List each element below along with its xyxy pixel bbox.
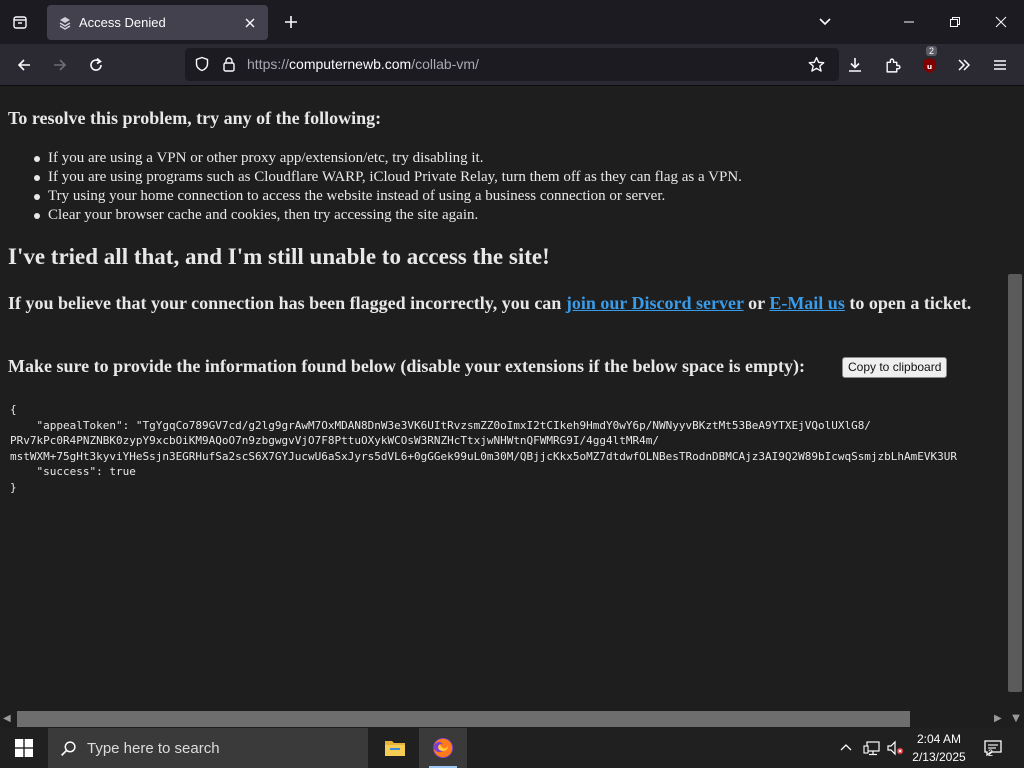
tab-access-denied[interactable]: Access Denied (47, 5, 268, 40)
horizontal-scroll-thumb[interactable] (17, 711, 910, 727)
page-favicon-icon (57, 15, 73, 31)
discord-link[interactable]: join our Discord server (566, 293, 744, 313)
extension-badge-count: 2 (926, 46, 938, 56)
app-menu-button[interactable] (985, 50, 1015, 80)
firefox-view-icon (13, 16, 27, 29)
scroll-left-arrow-icon[interactable]: ◀ (3, 713, 11, 724)
flag-text-after: to open a ticket. (844, 293, 972, 313)
more-tools-button[interactable] (949, 50, 979, 80)
show-hidden-icons-button[interactable] (836, 728, 856, 768)
reload-icon (90, 57, 102, 71)
scroll-right-arrow-icon[interactable]: ▶ (994, 713, 1002, 724)
extensions-button[interactable] (877, 50, 907, 80)
list-item: Try using your home connection to access… (34, 187, 742, 206)
navigation-toolbar: https://computernewb.com/collab-vm/ u 2 (0, 44, 1024, 86)
downloads-button[interactable] (840, 50, 870, 80)
back-button[interactable] (9, 50, 39, 80)
vertical-scroll-thumb[interactable] (1008, 274, 1022, 692)
address-bar[interactable]: https://computernewb.com/collab-vm/ (185, 48, 839, 81)
bookmark-star-icon[interactable] (808, 56, 825, 77)
list-all-tabs-button[interactable] (811, 8, 839, 36)
notification-count-badge: 2 (988, 748, 994, 758)
url-text[interactable]: https://computernewb.com/collab-vm/ (247, 56, 479, 72)
double-chevron-right-icon (958, 59, 971, 71)
file-explorer-taskbar-button[interactable] (371, 728, 419, 768)
puzzle-icon (885, 58, 901, 73)
info-paragraph: Make sure to provide the information fou… (8, 356, 806, 376)
taskbar-search-box[interactable]: Type here to search (48, 728, 368, 768)
firefox-view-button[interactable] (6, 8, 34, 36)
firefox-taskbar-button[interactable] (419, 728, 467, 768)
forward-button[interactable] (45, 50, 75, 80)
flagged-paragraph: If you believe that your connection has … (8, 292, 998, 314)
plus-icon (285, 16, 297, 28)
close-icon (995, 16, 1007, 28)
chevron-down-icon (819, 18, 831, 26)
speaker-muted-icon (887, 740, 904, 756)
copy-to-clipboard-button[interactable]: Copy to clipboard (842, 357, 948, 378)
lock-icon[interactable] (221, 56, 237, 76)
flag-text: If you believe that your connection has … (8, 293, 566, 313)
start-button[interactable] (0, 728, 48, 768)
tracking-protection-shield-icon[interactable] (194, 56, 210, 76)
restore-icon (950, 17, 960, 27)
tab-strip: Access Denied (0, 0, 1024, 44)
arrow-left-icon (17, 59, 30, 71)
firefox-icon (433, 738, 453, 758)
ublock-shield-icon: u (922, 57, 936, 73)
search-icon (60, 740, 77, 757)
clock-time: 2:04 AM (916, 732, 962, 746)
list-item: If you are using programs such as Cloudf… (34, 169, 742, 185)
windows-taskbar: Type here to search 2:04 AM 2/13/2025 2 (0, 728, 1024, 768)
folder-icon (385, 741, 405, 756)
network-icon (862, 740, 880, 755)
list-item: If you are using a VPN or other proxy ap… (34, 149, 742, 168)
hamburger-menu-icon (994, 60, 1006, 70)
troubleshooting-list: If you are using a VPN or other proxy ap… (34, 149, 742, 225)
minimize-icon (904, 21, 914, 23)
clock-date: 2/13/2025 (912, 750, 966, 764)
volume-tray-button[interactable] (884, 728, 906, 768)
flag-text-or: or (743, 293, 770, 313)
taskbar-clock[interactable]: 2:04 AM 2/13/2025 (906, 730, 972, 766)
arrow-right-icon (54, 59, 67, 71)
url-scheme: https:// (247, 56, 290, 72)
restore-button[interactable] (932, 0, 978, 44)
windows-logo-icon (15, 739, 33, 757)
search-placeholder: Type here to search (87, 739, 220, 757)
tab-close-icon[interactable] (238, 11, 262, 35)
page-content: To resolve this problem, try any of the … (0, 86, 1008, 710)
url-path: /collab-vm/ (411, 56, 479, 72)
tab-title: Access Denied (79, 15, 166, 30)
reload-button[interactable] (81, 50, 111, 80)
email-link[interactable]: E-Mail us (769, 293, 845, 313)
new-tab-button[interactable] (277, 8, 305, 36)
resolve-heading: To resolve this problem, try any of the … (8, 108, 382, 128)
url-host: computernewb.com (289, 56, 412, 72)
svg-text:u: u (926, 62, 931, 71)
appeal-info-code-block[interactable]: { "appealToken": "TgYgqCo789GV7cd/g2lg9g… (10, 402, 957, 495)
list-item: Clear your browser cache and cookies, th… (34, 206, 742, 225)
close-window-button[interactable] (978, 0, 1024, 44)
minimize-button[interactable] (886, 0, 932, 44)
still-unable-heading: I've tried all that, and I'm still unabl… (8, 244, 550, 269)
scroll-down-arrow-icon[interactable]: ▼ (1010, 712, 1022, 724)
network-tray-button[interactable] (860, 728, 882, 768)
download-icon (849, 58, 861, 72)
chevron-up-icon (840, 744, 852, 751)
